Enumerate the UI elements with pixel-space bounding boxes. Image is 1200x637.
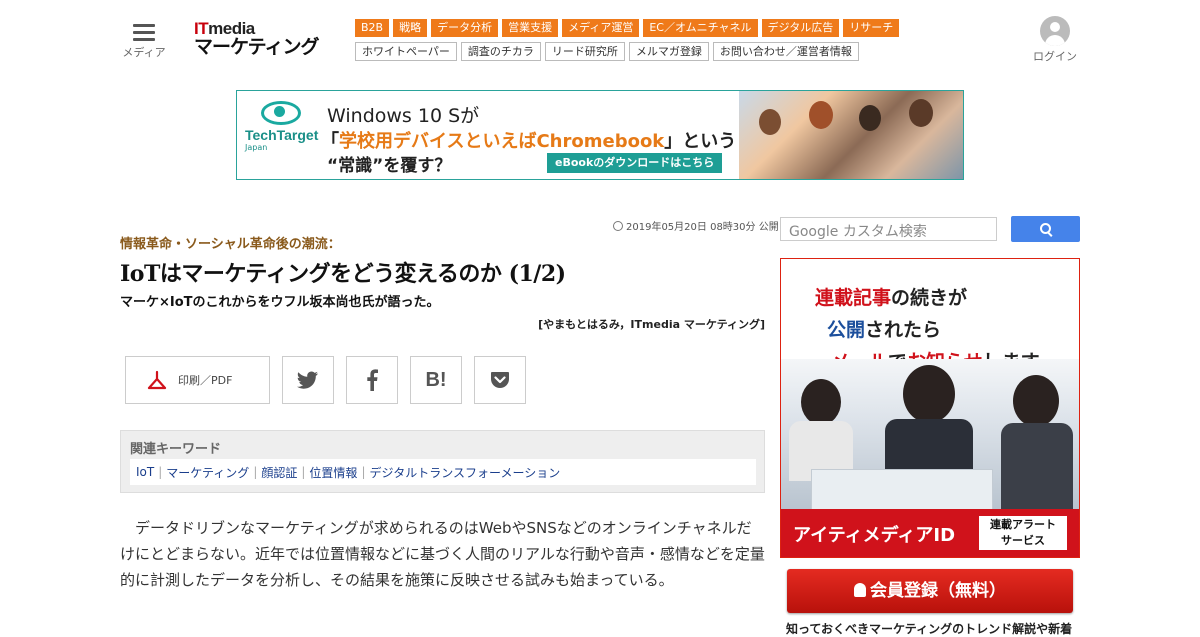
techtarget-name: TechTarget <box>245 127 319 143</box>
pocket-icon <box>491 372 509 388</box>
category-ec-omnichannel[interactable]: EC／オムニチャネル <box>643 19 758 37</box>
techtarget-logo: TechTarget Japan <box>245 101 319 152</box>
banner-download-button[interactable]: eBookのダウンロードはこちら <box>547 153 723 173</box>
search-icon <box>1040 223 1051 234</box>
sidebar-caption: 知っておくべきマーケティングのトレンド解説や新着 <box>786 622 1073 636</box>
category-research[interactable]: リサーチ <box>843 19 900 37</box>
login-button[interactable]: ログイン <box>1030 16 1080 64</box>
ad-banner[interactable]: TechTarget Japan Windows 10 Sが 「学校用デバイスと… <box>236 90 964 180</box>
search-input[interactable]: Google カスタム検索 <box>780 217 997 241</box>
keyword-link[interactable]: マーケティング <box>166 464 249 481</box>
keyword-link[interactable]: IoT <box>136 465 154 479</box>
alert-service-ad[interactable]: 連載記事の続きが 公開されたら メールでお知らせします アイティメディアID 連… <box>780 258 1080 558</box>
user-avatar-icon <box>1040 16 1070 46</box>
print-pdf-label: 印刷／PDF <box>178 374 233 387</box>
category-media[interactable]: メディア運営 <box>562 19 640 37</box>
keyword-link[interactable]: デジタルトランスフォーメーション <box>369 464 560 481</box>
pocket-share-button[interactable] <box>474 356 526 404</box>
article-author: [やまもとはるみ，ITmedia マーケティング] <box>538 318 765 331</box>
user-icon <box>854 583 866 597</box>
ad-line2-emph: 公開 <box>827 319 866 341</box>
twitter-share-button[interactable] <box>282 356 334 404</box>
category-digital-ads[interactable]: デジタル広告 <box>761 19 840 37</box>
ad-line2-rest: されたら <box>865 319 942 341</box>
sub-nav: ホワイトペーパー 調査のチカラ リード研究所 メルマガ登録 お問い合わせ／運営者… <box>355 42 859 61</box>
facebook-share-button[interactable] <box>346 356 398 404</box>
ad-line1-emph: 連載記事 <box>815 287 892 309</box>
twitter-icon <box>297 371 318 389</box>
pdf-icon <box>147 370 167 390</box>
category-strategy[interactable]: 戦略 <box>393 19 428 37</box>
techtarget-japan: Japan <box>245 143 268 152</box>
related-keywords-heading: 関連キーワード <box>130 442 222 457</box>
sublink-whitepaper[interactable]: ホワイトペーパー <box>355 42 457 61</box>
banner-line2: 「学校用デバイスといえばChromebook」という <box>321 127 736 153</box>
hatena-bookmark-button[interactable]: B! <box>410 356 462 404</box>
register-label: 会員登録（無料） <box>870 581 1006 601</box>
facebook-icon <box>367 369 378 391</box>
keyword-separator: | <box>253 465 258 479</box>
publish-date: 2019年05月20日 08時30分 公開 <box>613 218 779 233</box>
ad-line1: 連載記事の続きが <box>815 283 967 310</box>
keyword-list: IoT | マーケティング | 顔認証 | 位置情報 | デジタルトランスフォーメーショ… <box>130 459 756 485</box>
ad-card: 連載記事の続きが 公開されたら メールでお知らせします <box>795 269 1065 373</box>
clock-icon <box>613 221 623 231</box>
sublink-research-power[interactable]: 調査のチカラ <box>460 42 541 61</box>
category-b2b[interactable]: B2B <box>355 19 390 37</box>
sublink-lead-lab[interactable]: リード研究所 <box>544 42 625 61</box>
menu-button[interactable]: メディア <box>118 20 170 64</box>
related-keywords: 関連キーワード IoT | マーケティング | 顔認証 | 位置情報 | デジタルトラン… <box>120 430 765 493</box>
site-logo[interactable]: ITmedia マーケティング <box>194 20 319 58</box>
banner-line2-highlight: 学校用デバイスといえばChromebook <box>339 131 665 152</box>
article-subtitle: マーケ×IoTのこれからをウフル坂本尚也氏が語った。 <box>120 295 440 310</box>
sublink-newsletter[interactable]: メルマガ登録 <box>628 42 709 61</box>
category-sales-support[interactable]: 営業支援 <box>502 19 559 37</box>
sublink-contact[interactable]: お問い合わせ／運営者情報 <box>712 42 859 61</box>
register-button[interactable]: 会員登録（無料） <box>787 569 1073 613</box>
keyword-separator: | <box>158 465 163 479</box>
logo-marketing: マーケティング <box>194 36 319 58</box>
banner-line3: “常識”を覆す？ <box>327 156 452 176</box>
banner-photo <box>739 91 963 179</box>
ad-line1-rest: の続きが <box>891 287 968 309</box>
ad-photo <box>781 359 1079 511</box>
keyword-separator: | <box>301 465 306 479</box>
ad-footer: アイティメディアID 連載アラート サービス <box>781 509 1079 557</box>
ad-tag-line1: 連載アラート <box>990 518 1056 531</box>
ad-tag-line2: サービス <box>1001 534 1045 547</box>
eye-icon <box>261 101 301 125</box>
keyword-link[interactable]: 顔認証 <box>261 464 297 481</box>
article-title: IoTはマーケティングをどう変えるのか (1/2) <box>120 261 566 287</box>
ad-brand: アイティメディアID <box>793 525 956 546</box>
hatena-icon: B! <box>425 368 447 391</box>
keyword-link[interactable]: 位置情報 <box>309 464 357 481</box>
article-kicker: 情報革命・ソーシャル革命後の潮流： <box>120 237 341 252</box>
keyword-separator: | <box>361 465 366 479</box>
hamburger-icon <box>133 24 155 41</box>
publish-date-text: 2019年05月20日 08時30分 公開 <box>626 222 779 233</box>
search-button[interactable] <box>1011 216 1080 242</box>
login-label: ログイン <box>1033 50 1077 63</box>
ad-tag: 連載アラート サービス <box>979 516 1067 550</box>
category-nav: B2B 戦略 データ分析 営業支援 メディア運営 EC／オムニチャネル デジタル… <box>355 19 900 37</box>
category-data-analysis[interactable]: データ分析 <box>431 19 499 37</box>
banner-line1: Windows 10 Sが <box>327 105 480 127</box>
print-pdf-button[interactable]: 印刷／PDF <box>125 356 270 404</box>
menu-label: メディア <box>122 46 166 59</box>
banner-line2-open: 「 <box>321 131 339 152</box>
article-body: データドリブンなマーケティングが求められるのはWebやSNSなどのオンラインチャ… <box>120 519 765 589</box>
ad-line2: 公開されたら <box>827 315 941 342</box>
banner-line2-close: 」という <box>664 131 737 152</box>
